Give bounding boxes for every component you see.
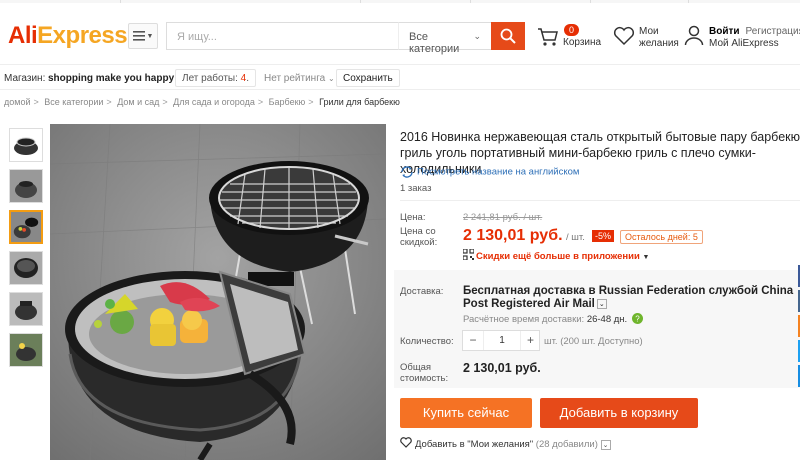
- quantity-decrease-button[interactable]: −: [463, 331, 483, 350]
- total-label: Общая стоимость:: [400, 362, 449, 384]
- store-years-badge: Лет работы: 4.: [175, 69, 257, 87]
- quantity-available: шт. (200 шт. Доступно): [544, 336, 643, 347]
- discount-badge: -5%: [592, 230, 615, 242]
- chevron-down-icon: ▼: [642, 254, 650, 261]
- qr-code-icon: [462, 248, 475, 261]
- quantity-increase-button[interactable]: +: [521, 331, 540, 350]
- my-aliexpress-link[interactable]: Мой AliExpress: [709, 38, 779, 49]
- chevron-down-icon[interactable]: ⌄: [596, 298, 607, 309]
- thumbnail[interactable]: [9, 251, 43, 285]
- breadcrumb-item[interactable]: Для сада и огорода: [173, 97, 255, 107]
- category-menu-button[interactable]: ▼: [128, 23, 158, 49]
- store-bar: Магазин: shopping make you happy Лет раб…: [0, 64, 800, 90]
- thumbnail[interactable]: [9, 169, 43, 203]
- divider: [400, 200, 800, 201]
- search-icon: [500, 28, 516, 44]
- breadcrumb-current: Грили для барбекю: [319, 97, 400, 107]
- thumbnail[interactable]: [9, 128, 43, 162]
- thumbnail-list: [9, 128, 43, 374]
- breadcrumb-item[interactable]: Дом и сад: [117, 97, 159, 107]
- heart-icon: [613, 26, 635, 46]
- aliexpress-logo[interactable]: AliExpress: [8, 22, 128, 50]
- thumbnail[interactable]: [9, 333, 43, 367]
- quantity-label: Количество:: [400, 336, 454, 347]
- price-label: Цена:: [400, 212, 426, 223]
- user-icon: [684, 25, 704, 46]
- shipping-label: Доставка:: [400, 286, 444, 297]
- search-category-value: Все категории: [409, 31, 460, 55]
- store-rating[interactable]: Нет рейтинга ⌄: [264, 73, 335, 84]
- help-icon[interactable]: ?: [631, 313, 643, 324]
- cart-button[interactable]: 0 Корзина: [537, 24, 607, 54]
- old-price: 2 241,81 руб. / шт.: [463, 212, 543, 223]
- search-category-select[interactable]: Все категории ⌄: [398, 22, 492, 55]
- sale-price-label: Цена со скидкой:: [400, 226, 438, 248]
- sale-price: 2 130,01 руб.: [463, 227, 563, 244]
- add-to-wishlist-link[interactable]: Добавить в "Мои желания" (28 добавили) ⌄: [400, 437, 611, 450]
- store-name[interactable]: shopping make you happy: [48, 73, 174, 84]
- product-main-image[interactable]: [50, 124, 386, 460]
- thumbnail-selected[interactable]: [9, 210, 43, 244]
- cart-count-badge: 0: [564, 24, 580, 36]
- cart-label: Корзина: [563, 37, 602, 48]
- orders-count: 1 заказ: [400, 183, 432, 194]
- hamburger-icon: [132, 31, 145, 41]
- thumbnail[interactable]: [9, 292, 43, 326]
- login-link[interactable]: Войти: [709, 26, 740, 37]
- add-to-cart-button[interactable]: Добавить в корзину: [540, 398, 698, 428]
- quantity-stepper: − 1 +: [462, 330, 540, 351]
- price-unit: / шт.: [566, 232, 585, 243]
- top-strip: [0, 0, 800, 3]
- chevron-down-icon: ▼: [146, 32, 154, 40]
- chevron-down-icon[interactable]: ⌄: [600, 440, 611, 450]
- shipping-method[interactable]: Бесплатная доставка в Russian Federation…: [463, 285, 798, 311]
- days-left-badge: Осталось дней: 5: [620, 230, 703, 244]
- breadcrumb: домой > Все категории > Дом и сад > Для сад…: [4, 97, 400, 107]
- quantity-input[interactable]: 1: [483, 331, 521, 350]
- register-link[interactable]: Регистрация: [746, 26, 800, 37]
- total-price: 2 130,01 руб.: [463, 361, 541, 375]
- chevron-down-icon: ⌄: [473, 31, 481, 41]
- svg-text:?: ?: [635, 315, 640, 324]
- search-button[interactable]: [491, 22, 525, 50]
- breadcrumb-item[interactable]: Барбекю: [269, 97, 306, 107]
- breadcrumb-item[interactable]: Все категории: [44, 97, 103, 107]
- breadcrumb-item[interactable]: домой: [4, 97, 30, 107]
- translate-icon: [401, 166, 413, 178]
- delivery-estimate: Расчётное время доставки: 26-48 дн. ?: [463, 313, 643, 325]
- cart-icon: [538, 28, 558, 46]
- heart-plus-icon: [400, 437, 412, 448]
- app-promo-link[interactable]: Скидки ещё больше в приложении ▼: [462, 248, 650, 262]
- store-label: Магазин:: [4, 73, 46, 84]
- translate-title-link[interactable]: Посмотреть название на английском: [400, 166, 579, 178]
- save-store-button[interactable]: Сохранить: [336, 69, 400, 87]
- buy-now-button[interactable]: Купить сейчас: [400, 398, 532, 428]
- chevron-down-icon: ⌄: [327, 74, 335, 83]
